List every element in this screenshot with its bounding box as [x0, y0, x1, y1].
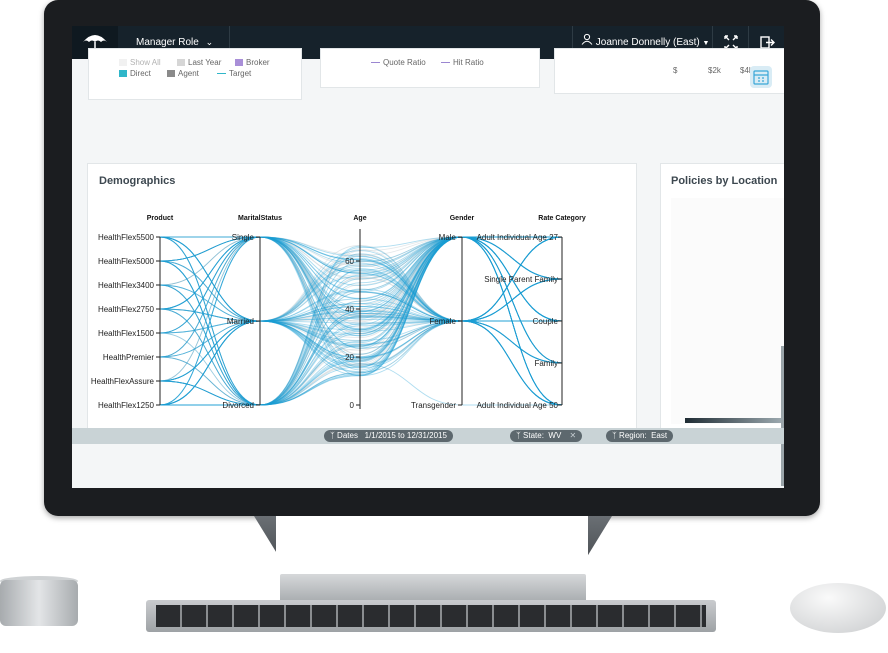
- legend-label: Agent: [178, 69, 199, 78]
- axis-tick-label: Single: [232, 233, 255, 242]
- axis-tick-label: HealthFlex1500: [98, 329, 155, 338]
- legend-label: Last Year: [188, 58, 222, 67]
- scrollbar[interactable]: [781, 346, 784, 486]
- axis-tick-label: Transgender: [411, 401, 456, 410]
- parallel-coordinates-chart: Product HealthFlex5500 HealthFlex5000 Healt…: [91, 215, 586, 410]
- axis-tick-label: 0: [350, 401, 355, 410]
- axis-tick-label: Female: [429, 317, 456, 326]
- map-panel: [671, 198, 784, 424]
- filter-region-pill[interactable]: ᛉ Region: East: [606, 430, 674, 442]
- axis-tick-label: Married: [227, 317, 254, 326]
- filter-state-pill[interactable]: ᛉ State: WV ✕: [510, 430, 583, 442]
- axis-title: Rate Category: [538, 215, 586, 222]
- axis-tick: $2k: [708, 66, 721, 75]
- filter-value: WV: [548, 431, 562, 440]
- legend-target[interactable]: Target: [217, 69, 251, 78]
- legend-label: Target: [229, 69, 252, 78]
- legend-label: Quote Ratio: [383, 58, 426, 67]
- axis-tick-label: HealthFlex5500: [98, 233, 155, 242]
- legend-swatch: [177, 59, 185, 67]
- policies-card: Policies by Location: [660, 163, 784, 433]
- axis-title: Gender: [450, 215, 475, 222]
- series-line: [159, 278, 563, 406]
- axis-tick-label: Adult Individual Age 50: [477, 401, 559, 410]
- axis-tick-label: Family: [534, 359, 558, 368]
- axis-tick-label: HealthFlexAssure: [91, 377, 155, 386]
- filter-icon: ᛉ: [516, 431, 521, 440]
- axis-tick: $: [673, 66, 678, 75]
- filter-label: State:: [523, 431, 544, 440]
- color-scale-bar: [685, 418, 784, 423]
- legend-last-year[interactable]: Last Year: [177, 58, 221, 67]
- legend-swatch: [119, 70, 127, 78]
- sales-card: Show All Last Year Broker Direct Agent T…: [88, 48, 302, 100]
- axis-tick-label: HealthFlex5000: [98, 257, 155, 266]
- axis-tick-label: Divorced: [222, 401, 254, 410]
- filter-value: 1/1/2015 to 12/31/2015: [364, 431, 447, 440]
- axis-tick-label: Single Parent Family: [484, 275, 558, 284]
- speaker-puck: [0, 580, 78, 626]
- chevron-down-icon: ⌄: [205, 37, 214, 47]
- legend-label: Hit Ratio: [453, 58, 484, 67]
- stand-cutout: [276, 516, 588, 574]
- legend-label: Show All: [130, 58, 161, 67]
- axis-tick-label: HealthFlex2750: [98, 305, 155, 314]
- filter-bar: ᛉ Dates 1/1/2015 to 12/31/2015 ᛉ State: …: [72, 428, 784, 444]
- screen: Manager Role ⌄ Joanne Donnelly (East) ▼ …: [72, 26, 784, 488]
- legend-hit-ratio[interactable]: Hit Ratio: [441, 58, 484, 67]
- axis-title: MaritalStatus: [238, 215, 282, 222]
- axis-title: Age: [353, 215, 366, 222]
- ratio-card: Quote Ratio Hit Ratio: [320, 48, 540, 88]
- mouse: [790, 583, 886, 633]
- series-line: [159, 278, 563, 406]
- calendar-button[interactable]: [750, 66, 772, 88]
- legend-swatch: [119, 59, 127, 67]
- axis-tick-label: HealthFlex3400: [98, 281, 155, 290]
- axis-tick-label: Adult Individual Age 27: [477, 233, 559, 242]
- legend-line-swatch: [371, 62, 380, 64]
- legend-show-all[interactable]: Show All: [119, 58, 161, 67]
- axis-tick-label: Male: [439, 233, 457, 242]
- card-title: Demographics: [99, 175, 176, 187]
- monitor-base: [280, 574, 586, 602]
- legend-agent[interactable]: Agent: [167, 69, 199, 78]
- filter-dates-pill[interactable]: ᛉ Dates 1/1/2015 to 12/31/2015: [324, 430, 453, 442]
- legend-quote-ratio[interactable]: Quote Ratio: [371, 58, 426, 67]
- axis-tick-label: 20: [345, 353, 354, 362]
- legend-label: Broker: [246, 58, 270, 67]
- axis-title: Product: [147, 215, 174, 222]
- legend-line-swatch: [217, 73, 226, 75]
- legend-line-swatch: [441, 62, 450, 64]
- axis-tick-label: Couple: [533, 317, 559, 326]
- legend-direct[interactable]: Direct: [119, 69, 151, 78]
- legend-swatch: [235, 59, 243, 67]
- axis-tick-label: HealthPremier: [103, 353, 154, 362]
- caret-down-icon: ▼: [702, 40, 710, 48]
- legend-swatch: [167, 70, 175, 78]
- calendar-icon: [753, 70, 769, 85]
- close-icon[interactable]: ✕: [570, 431, 577, 440]
- role-label: Manager Role: [136, 37, 199, 48]
- filter-label: Region:: [619, 431, 647, 440]
- axis: Age 0 20 40 60: [345, 215, 367, 410]
- demographics-card: Demographics Product HealthFlex5500 Health…: [87, 163, 637, 433]
- axis-tick-label: HealthFlex1250: [98, 401, 155, 410]
- filter-label: Dates: [337, 431, 358, 440]
- series-line: [159, 278, 563, 406]
- legend-broker[interactable]: Broker: [235, 58, 270, 67]
- user-label: Joanne Donnelly (East): [595, 37, 700, 49]
- filter-icon: ᛉ: [330, 431, 335, 440]
- axis-tick-label: 40: [345, 305, 354, 314]
- filter-icon: ᛉ: [612, 431, 617, 440]
- axis-tick-label: 60: [345, 257, 354, 266]
- filter-value: East: [651, 431, 668, 440]
- legend-label: Direct: [130, 69, 151, 78]
- keyboard-keys: [156, 605, 706, 627]
- card-title: Policies by Location: [671, 175, 778, 187]
